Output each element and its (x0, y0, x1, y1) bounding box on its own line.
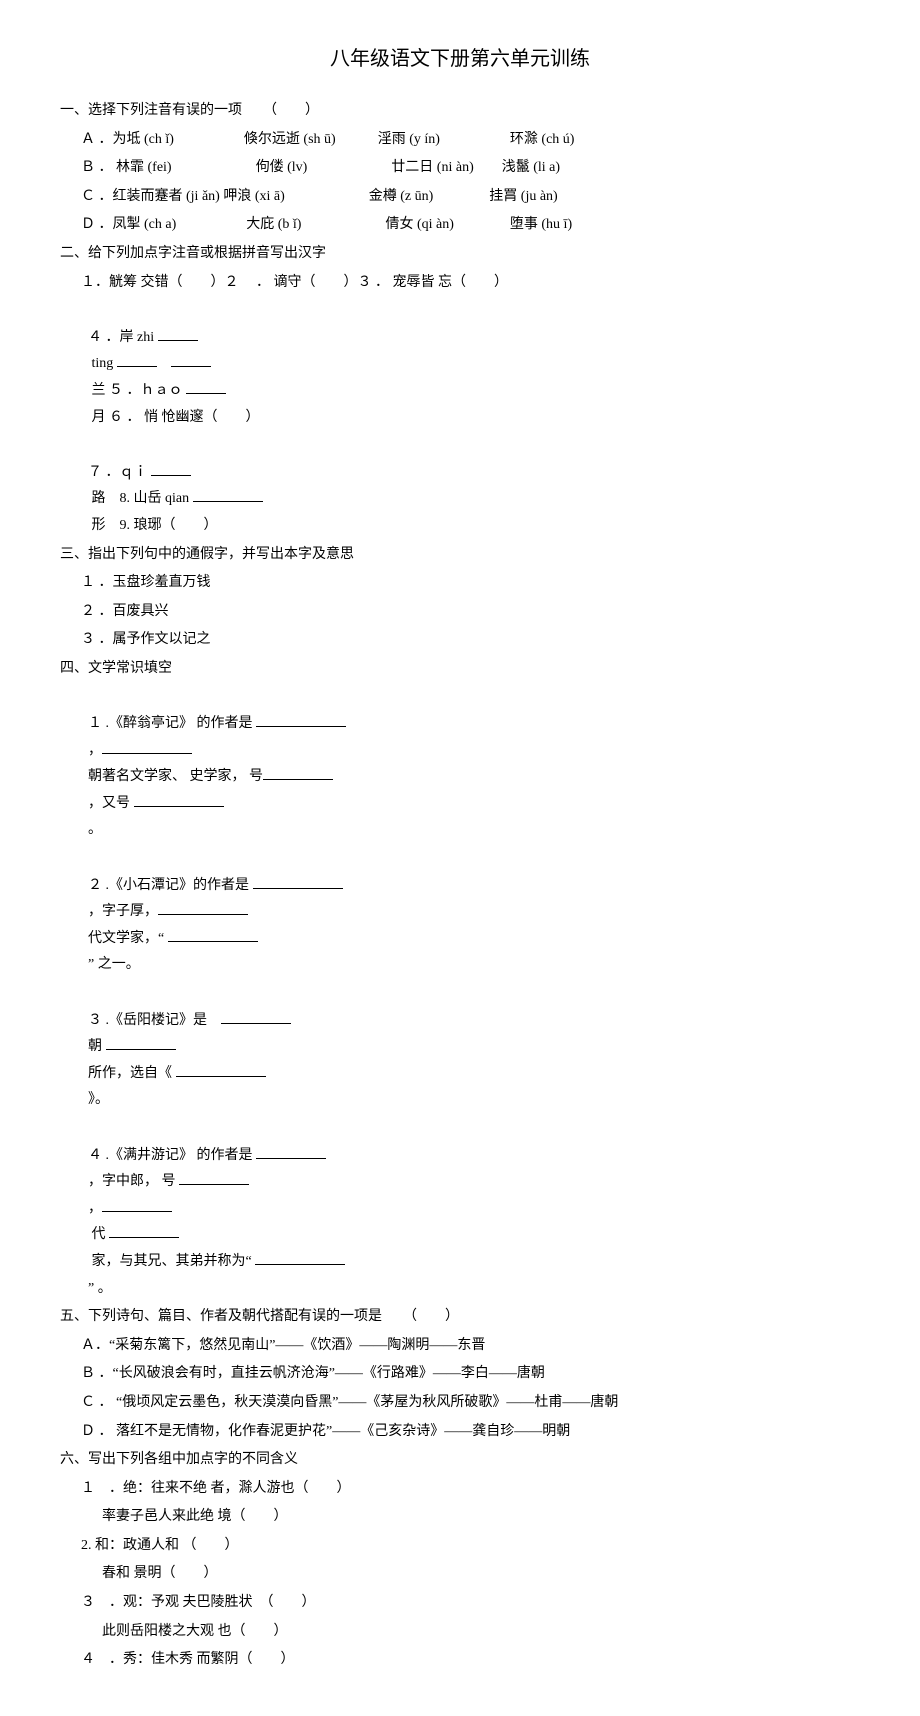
q4-l2d: ” 之一。 (88, 957, 140, 972)
q4-l3d: 》。 (88, 1092, 109, 1107)
q4-l4f: ” 。 (88, 1281, 112, 1296)
q2-line7: ７ ．ｑｉ 路 8. 山岳 qian 形 9. 琅琊（ ） (60, 433, 860, 539)
q4-l1d: ，又号 (88, 796, 134, 811)
q4-l3c: 所作，选自《 (88, 1066, 176, 1081)
q5-opt-c: Ｃ ． “俄顷风定云墨色，秋天漠漠向昏黑”——《茅屋为秋风所破歌》——杜甫——唐… (60, 1390, 860, 1417)
blank (151, 461, 191, 476)
q2-l7c: 形 9. 琅琊（ ） (88, 518, 218, 533)
q1-opt-a: Ａ ．为坻 (ch ǐ) 倏尔远逝 (sh ū) 淫雨 (y ín) 环滁 (c… (60, 127, 860, 154)
blank (171, 352, 211, 367)
blank (158, 326, 198, 341)
q2-line4: ４ ．岸 zhi ting 兰 ５ ．ｈａｏ 月 ６ ． 悄 怆幽邃（ ） (60, 298, 860, 431)
q4-line1: １ .《醉翁亭记》 的作者是 ， 朝著名文学家、 史学家， 号 ，又号 。 (60, 684, 860, 844)
blank (168, 927, 258, 942)
q4-l4b: ，字中郎， 号 (88, 1174, 179, 1189)
q6-3a: ３ ．观：予观 夫巴陵胜状 （ ） (60, 1590, 860, 1617)
q4-line3: ３ .《岳阳楼记》是 朝 所作，选自《 》。 (60, 981, 860, 1114)
q4-l1b: ， (88, 743, 102, 758)
blank (134, 792, 224, 807)
blank (255, 1250, 345, 1265)
blank (221, 1009, 291, 1024)
q4-l2b: ，字子厚， (88, 904, 158, 919)
q4-line2: ２ .《小石潭记》的作者是 ，字子厚， 代文学家，“ ” 之一。 (60, 846, 860, 979)
q2-l4d: 月 ６ ． 悄 怆幽邃（ ） (88, 410, 260, 425)
q1-opt-c: Ｃ ．红装而蹇者 (ji ǎn) 呷浪 (xi ā) 金樽 (z ūn) 挂罥 … (60, 184, 860, 211)
q6-2b: 春和 景明（ ） (60, 1561, 860, 1588)
blank (253, 874, 343, 889)
q6-1b: 率妻子邑人来此绝 境（ ） (60, 1504, 860, 1531)
page-title: 八年级语文下册第六单元训练 (60, 40, 860, 78)
q3-item3: ３ ．属予作文以记之 (60, 627, 860, 654)
q4-l4e: 家，与其兄、其弟并称为“ (88, 1254, 255, 1269)
q6-1a: １ ．绝：往来不绝 者，滁人游也（ ） (60, 1476, 860, 1503)
q4-l1e: 。 (88, 822, 102, 837)
q4-l4a: ４ .《满井游记》 的作者是 (88, 1148, 256, 1163)
q2-l4b: ting (88, 356, 117, 371)
q6-2a: 2. 和：政通人和 （ ） (60, 1533, 860, 1560)
q6-heading: 六、写出下列各组中加点字的不同含义 (60, 1447, 860, 1474)
blank (193, 487, 263, 502)
blank (117, 352, 157, 367)
blank (176, 1062, 266, 1077)
q3-item2: ２ ．百废具兴 (60, 599, 860, 626)
q4-line4: ４ .《满井游记》 的作者是 ，字中郎， 号 ， 代 家，与其兄、其弟并称为“ … (60, 1116, 860, 1302)
q4-l3b: 朝 (88, 1039, 106, 1054)
q5-heading: 五、下列诗句、篇目、作者及朝代搭配有误的一项是 （ ） (60, 1304, 860, 1331)
q2-heading: 二、给下列加点字注音或根据拼音写出汉字 (60, 241, 860, 268)
q2-line1: １．觥筹 交错（ ）２ ． 谪守（ ）３ ． 宠辱皆 忘（ ） (60, 270, 860, 297)
q1-opt-b: Ｂ ． 林霏 (fei) 佝偻 (lv) 廿二日 (ni àn) 浅鬣 (li … (60, 155, 860, 182)
q2-l7a: ７ ．ｑｉ (88, 465, 151, 480)
q4-l1c: 朝著名文学家、 史学家， 号 (88, 769, 263, 784)
q4-heading: 四、文学常识填空 (60, 656, 860, 683)
blank (106, 1035, 176, 1050)
q4-l1a: １ .《醉翁亭记》 的作者是 (88, 716, 256, 731)
blank (256, 1144, 326, 1159)
q2-l4c: 兰 ５ ．ｈａｏ (88, 383, 186, 398)
q1-opt-d: Ｄ ．凤掣 (ch a) 大庇 (b ǐ) 倩女 (qi àn) 堕事 (hu … (60, 212, 860, 239)
blank (263, 765, 333, 780)
q3-item1: １ ．玉盘珍羞直万钱 (60, 570, 860, 597)
blank (109, 1223, 179, 1238)
q6-3b: 此则岳阳楼之大观 也（ ） (60, 1619, 860, 1646)
q4-l4c: ， (88, 1201, 102, 1216)
q1-heading: 一、选择下列注音有误的一项 （ ） (60, 98, 860, 125)
q2-l7b: 路 8. 山岳 qian (88, 491, 193, 506)
blank (102, 739, 192, 754)
q5-opt-a: Ａ．“采菊东篱下，悠然见南山”——《饮酒》——陶渊明——东晋 (60, 1333, 860, 1360)
q4-l2a: ２ .《小石潭记》的作者是 (88, 878, 253, 893)
q4-l2c: 代文学家，“ (88, 931, 168, 946)
q2-l4a: ４ ．岸 zhi (88, 330, 158, 345)
q4-l3a: ３ .《岳阳楼记》是 (88, 1013, 221, 1028)
q5-opt-b: Ｂ ．“长风破浪会有时，直挂云帆济沧海”——《行路难》——李白——唐朝 (60, 1361, 860, 1388)
blank (179, 1170, 249, 1185)
blank (102, 1197, 172, 1212)
blank (158, 900, 248, 915)
blank (186, 379, 226, 394)
blank (256, 712, 346, 727)
q4-l4d: 代 (88, 1227, 109, 1242)
q3-heading: 三、指出下列句中的通假字，并写出本字及意思 (60, 542, 860, 569)
q5-opt-d: Ｄ ． 落红不是无情物，化作春泥更护花”——《己亥杂诗》——龚自珍——明朝 (60, 1419, 860, 1446)
q6-4a: ４ ．秀：佳木秀 而繁阴（ ） (60, 1647, 860, 1674)
